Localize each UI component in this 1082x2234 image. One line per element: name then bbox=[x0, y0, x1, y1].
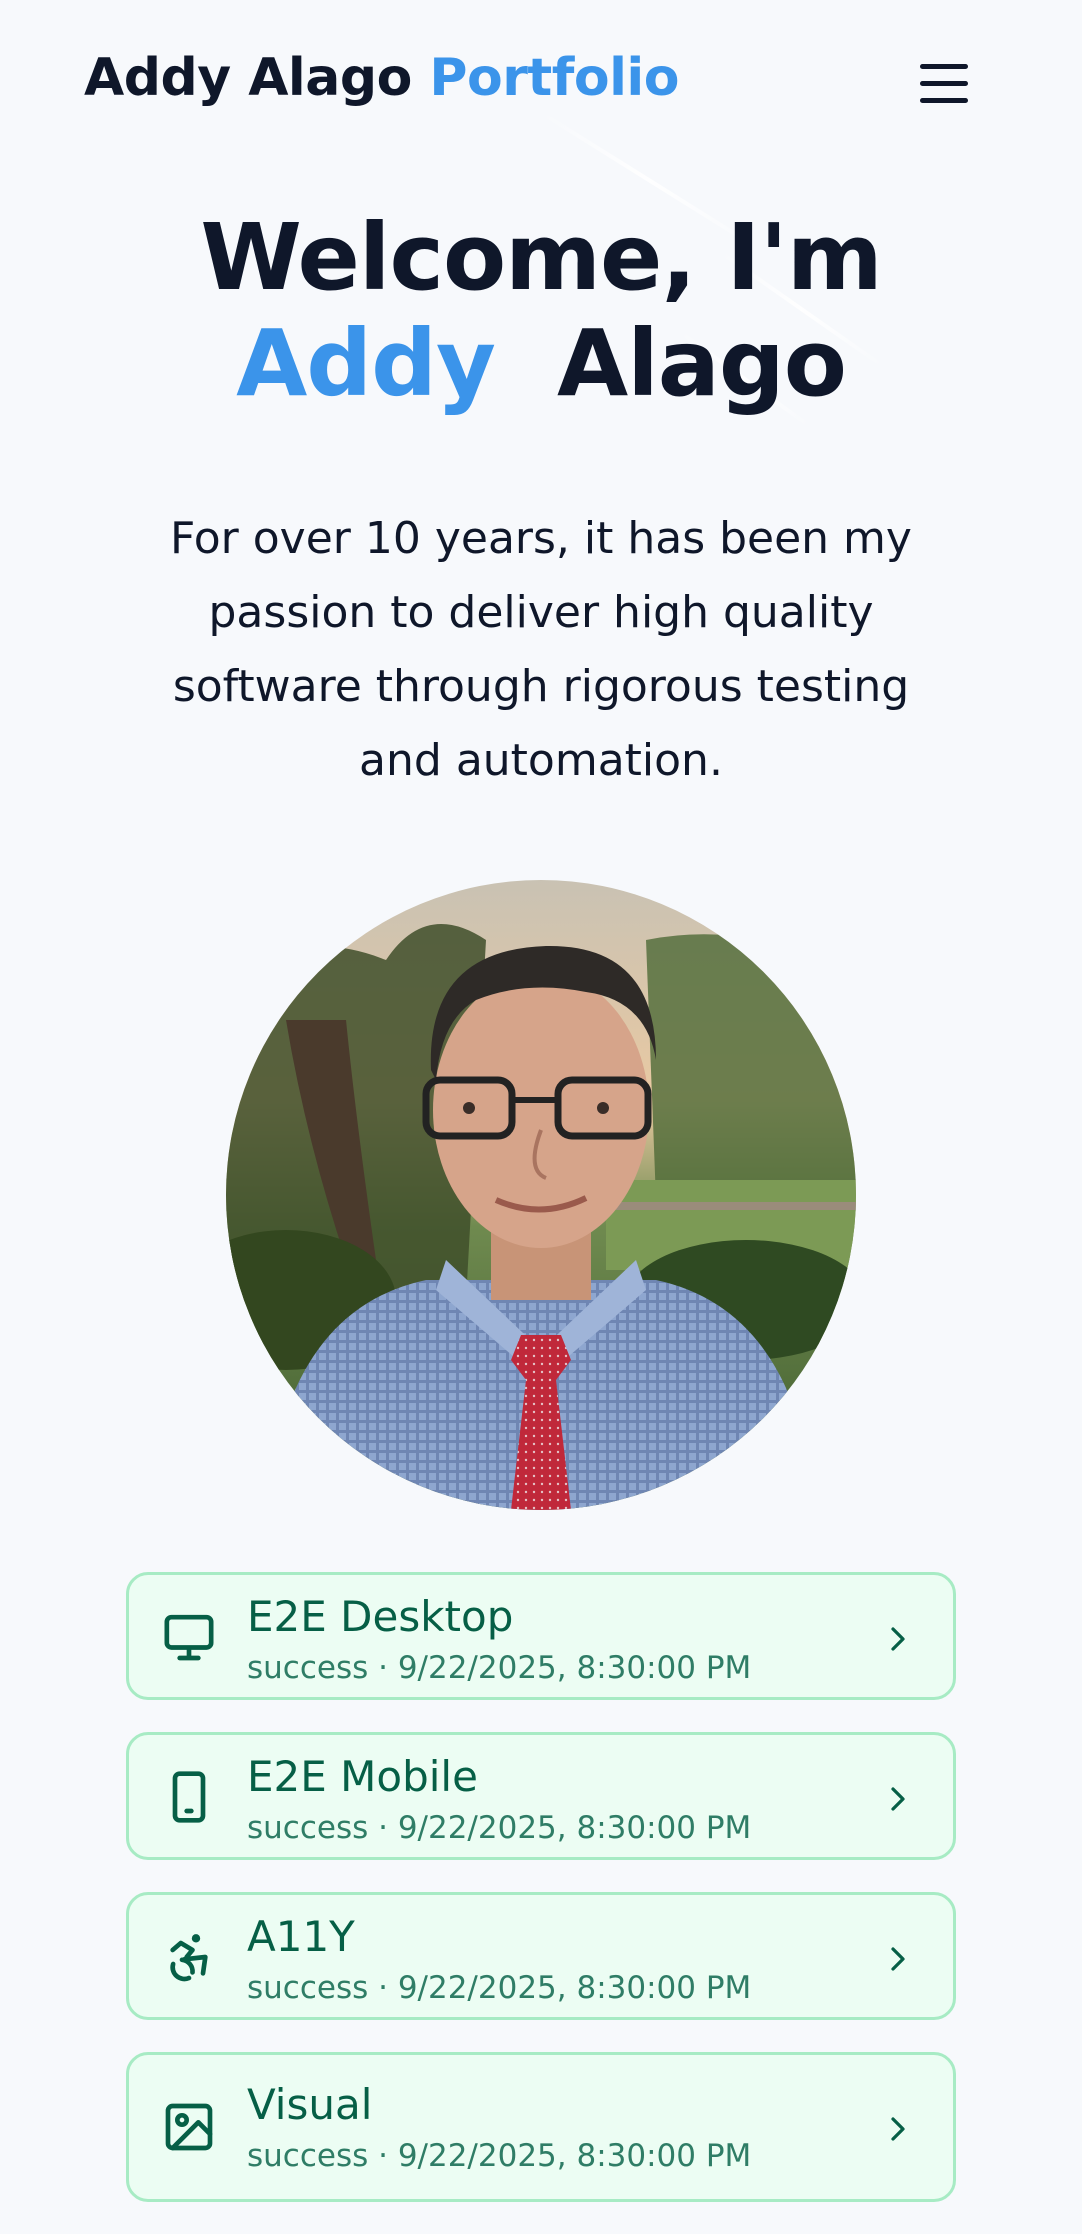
test-run-card-a11y[interactable]: A11Y success · 9/22/2025, 8:30:00 PM bbox=[126, 1892, 956, 2020]
test-run-status: success · 9/22/2025, 8:30:00 PM bbox=[247, 1810, 752, 1846]
hero-title: Welcome, I'm Addy Alago bbox=[0, 205, 1082, 417]
test-run-status: success · 9/22/2025, 8:30:00 PM bbox=[247, 1970, 752, 2006]
brand-name: Addy Alago bbox=[84, 48, 412, 108]
hero-last-name: Alago bbox=[557, 310, 847, 417]
chevron-right-icon bbox=[891, 1947, 905, 1971]
image-icon bbox=[165, 2103, 213, 2151]
brand-accent: Portfolio bbox=[429, 48, 679, 108]
site-header: Addy Alago Portfolio bbox=[0, 0, 1082, 170]
intro-text: For over 10 years, it has been my passio… bbox=[170, 513, 912, 786]
hero-title-line1: Welcome, I'm bbox=[200, 204, 882, 311]
smartphone-icon bbox=[172, 1771, 206, 1823]
site-logo[interactable]: Addy Alago Portfolio bbox=[84, 48, 679, 108]
test-run-card-e2e-mobile[interactable]: E2E Mobile success · 9/22/2025, 8:30:00 … bbox=[126, 1732, 956, 1860]
portrait-illustration bbox=[226, 880, 856, 1510]
chevron-right-icon bbox=[891, 1787, 905, 1811]
test-run-list: E2E Desktop success · 9/22/2025, 8:30:00… bbox=[126, 1572, 956, 2234]
test-run-status: success · 9/22/2025, 8:30:00 PM bbox=[247, 1650, 752, 1686]
hero-first-name: Addy bbox=[236, 310, 496, 417]
chevron-right-icon bbox=[891, 2117, 905, 2141]
chevron-right-icon bbox=[891, 1627, 905, 1651]
test-run-title: Visual bbox=[247, 2080, 373, 2129]
test-run-title: E2E Desktop bbox=[247, 1592, 514, 1641]
hamburger-menu-icon[interactable] bbox=[914, 56, 976, 110]
accessibility-icon bbox=[170, 1934, 208, 1982]
test-run-title: A11Y bbox=[247, 1912, 355, 1961]
test-run-status: success · 9/22/2025, 8:30:00 PM bbox=[247, 2138, 752, 2174]
profile-photo bbox=[226, 880, 856, 1510]
test-run-card-visual[interactable]: Visual success · 9/22/2025, 8:30:00 PM bbox=[126, 2052, 956, 2202]
monitor-icon bbox=[164, 1614, 214, 1661]
test-run-card-e2e-desktop[interactable]: E2E Desktop success · 9/22/2025, 8:30:00… bbox=[126, 1572, 956, 1700]
test-run-title: E2E Mobile bbox=[247, 1752, 478, 1801]
